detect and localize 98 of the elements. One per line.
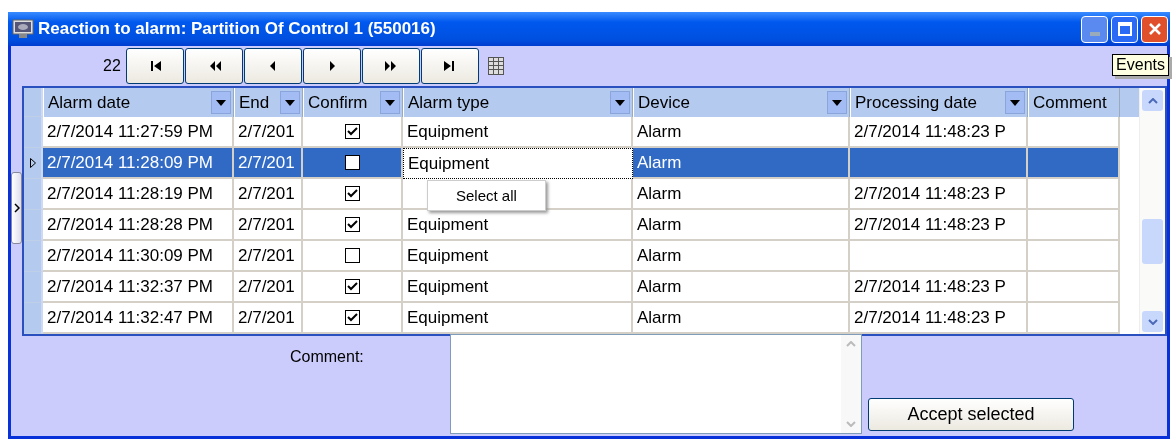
column-label: Processing date <box>855 92 978 113</box>
minimize-button[interactable] <box>1081 15 1108 43</box>
side-panel-handle[interactable] <box>11 172 22 244</box>
dropdown-arrow-icon <box>1010 99 1020 106</box>
chevron-right-icon <box>13 203 20 213</box>
dropdown-arrow-icon <box>385 99 395 106</box>
checkbox[interactable] <box>344 248 360 263</box>
dropdown-arrow-icon <box>832 99 842 106</box>
cell-text: 2/7/201 <box>238 245 295 266</box>
checkbox[interactable] <box>344 217 360 232</box>
cell-text: Alarm <box>637 307 682 328</box>
column-header[interactable]: Alarm date <box>43 88 234 117</box>
column-label: Alarm type <box>408 92 491 113</box>
checkbox[interactable] <box>344 124 360 139</box>
column-label: Comment <box>1033 92 1108 113</box>
chevron-up-icon <box>1147 97 1158 104</box>
cell-text: 2/7/2014 11:28:28 PM <box>47 214 214 235</box>
cell-text: 2/7/2014 11:48:23 P <box>854 307 1006 328</box>
last-button[interactable] <box>420 48 479 84</box>
column-header[interactable]: Device <box>633 88 850 117</box>
cell-text: Equipment <box>407 121 489 142</box>
cell-text: Alarm <box>637 121 682 142</box>
filter-dropdown-button[interactable] <box>380 91 400 114</box>
cell-text: 2/7/201 <box>238 214 295 235</box>
cell-text: Equipment <box>407 245 489 266</box>
cell-text: Alarm <box>637 152 682 173</box>
comment-label: Comment: <box>290 348 365 366</box>
cell-text: 2/7/201 <box>238 183 295 204</box>
cell-text: Alarm <box>637 245 682 266</box>
cell-text: Alarm <box>637 214 682 235</box>
forward-button[interactable] <box>302 48 361 84</box>
cell-text: 2/7/201 <box>238 152 295 173</box>
current-row-icon <box>29 158 36 168</box>
cell-text: 2/7/2014 11:32:37 PM <box>47 276 214 297</box>
vertical-scrollbar[interactable] <box>1139 88 1165 334</box>
cell-text: 2/7/2014 11:48:23 P <box>854 276 1006 297</box>
dropdown-arrow-icon <box>216 99 226 106</box>
column-label: Device <box>638 92 691 113</box>
column-header[interactable]: Processing date <box>850 88 1028 117</box>
row-header[interactable] <box>24 148 43 179</box>
fast-forward-button[interactable] <box>361 48 420 84</box>
scroll-up-button[interactable] <box>1142 90 1163 111</box>
table-icon[interactable] <box>487 57 504 75</box>
last-icon <box>442 59 457 73</box>
cell-text: 2/7/2014 11:28:09 PM <box>47 152 214 173</box>
column-label: Alarm date <box>48 92 132 113</box>
back-button[interactable] <box>243 48 302 84</box>
cell-text: 2/7/2014 11:30:09 PM <box>47 245 214 266</box>
checkbox[interactable] <box>344 155 360 170</box>
cell-text: Equipment <box>407 214 489 235</box>
close-button[interactable] <box>1141 15 1168 43</box>
cell-text: 2/7/201 <box>238 307 295 328</box>
monitor-icon <box>12 19 34 39</box>
scroll-down-button[interactable] <box>1142 311 1163 332</box>
scroll-thumb[interactable] <box>1142 218 1163 264</box>
filter-dropdown-button[interactable] <box>827 91 847 114</box>
cell-text: 2/7/2014 11:28:19 PM <box>47 183 214 204</box>
column-label: End <box>239 92 271 113</box>
first-button[interactable] <box>125 48 184 84</box>
comment-field[interactable] <box>450 334 862 434</box>
accept-button[interactable]: Accept selected <box>868 398 1074 431</box>
checkbox[interactable] <box>344 310 360 325</box>
filter-dropdown-button[interactable] <box>610 91 630 114</box>
column-label: Confirm <box>308 92 369 113</box>
cell-text: 2/7/2014 11:32:47 PM <box>47 307 214 328</box>
fast-forward-icon <box>383 59 398 73</box>
column-header[interactable]: Alarm type <box>403 88 633 117</box>
maximize-button[interactable] <box>1111 15 1138 43</box>
cell-text: Alarm <box>637 183 682 204</box>
minimize-icon <box>1089 31 1100 36</box>
checkbox[interactable] <box>344 186 360 201</box>
maximize-icon <box>1117 22 1132 36</box>
filter-dropdown-button[interactable] <box>280 91 300 114</box>
record-count: 22 <box>103 57 121 75</box>
cell-text: Equipment <box>407 307 489 328</box>
tooltip: Events <box>1112 54 1169 76</box>
cell-text: Alarm <box>637 276 682 297</box>
column-header[interactable]: Confirm <box>303 88 403 117</box>
checkbox[interactable] <box>344 279 360 294</box>
column-header[interactable]: End <box>234 88 303 117</box>
close-icon <box>1147 22 1162 36</box>
dropdown-arrow-icon <box>615 99 625 106</box>
cell-text: Equipment <box>407 276 489 297</box>
column-header[interactable]: Comment <box>1028 88 1120 117</box>
window-title: Reaction to alarm: Partition Of Control 1 (550016) <box>38 19 437 39</box>
dropdown-arrow-icon <box>285 99 295 106</box>
cell-text: 2/7/2014 11:48:23 P <box>854 214 1006 235</box>
cell-text: 2/7/2014 11:48:23 P <box>854 121 1006 142</box>
cell-text: 2/7/201 <box>238 276 295 297</box>
cell-text: Equipment <box>408 153 490 174</box>
fast-back-button[interactable] <box>184 48 243 84</box>
menu-item[interactable]: Select all <box>428 185 545 206</box>
cell-text: 2/7/201 <box>238 121 295 142</box>
filter-dropdown-button[interactable] <box>211 91 231 114</box>
cell-text: 2/7/2014 11:48:23 P <box>854 183 1006 204</box>
chevron-down-icon <box>1147 318 1158 325</box>
cell-text: 2/7/2014 11:27:59 PM <box>47 121 214 142</box>
filter-dropdown-button[interactable] <box>1005 91 1025 114</box>
